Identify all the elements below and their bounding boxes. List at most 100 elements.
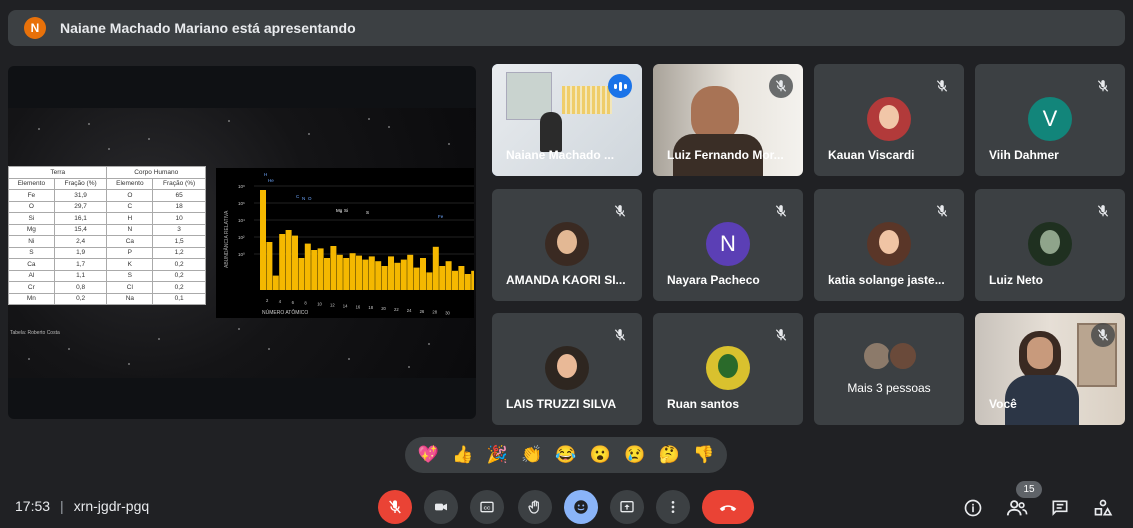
avatar: V bbox=[1028, 97, 1072, 141]
avatar bbox=[545, 346, 589, 390]
table-cell: O bbox=[8, 200, 55, 213]
chart-bar bbox=[394, 262, 401, 290]
participant-tile[interactable]: Mais 3 pessoas bbox=[814, 313, 964, 425]
table-cell: Ca bbox=[8, 258, 55, 271]
star bbox=[448, 143, 450, 145]
star bbox=[268, 348, 270, 350]
table-row: Ni 2,4 Ca 1,5 bbox=[8, 235, 206, 248]
phone-hangup-icon[interactable] bbox=[702, 490, 754, 524]
people-icon[interactable] bbox=[1006, 497, 1028, 519]
present-icon[interactable] bbox=[610, 490, 644, 524]
table-cell: Fe bbox=[8, 189, 55, 202]
participant-tile[interactable]: Luiz Neto bbox=[975, 189, 1125, 301]
participant-tile[interactable]: Naiane Machado ... bbox=[492, 64, 642, 176]
activities-icon[interactable] bbox=[1092, 497, 1114, 519]
participant-tile[interactable]: Kauan Viscardi bbox=[814, 64, 964, 176]
presentation-stage[interactable]: Terra Corpo Humano Elemento Fração (%) E… bbox=[8, 66, 476, 419]
participant-tile[interactable]: Ruan santos bbox=[653, 313, 803, 425]
x-tick-label: 14 bbox=[343, 303, 348, 308]
chart-bar bbox=[356, 255, 362, 290]
participant-tile[interactable]: LAIS TRUZZI SILVA bbox=[492, 313, 642, 425]
y-tick-label: 10⁶ bbox=[238, 201, 245, 206]
chart-bar bbox=[324, 258, 330, 290]
table-row: Fe 31,9 O 65 bbox=[8, 189, 206, 202]
element-label: He bbox=[268, 178, 274, 183]
table-cell: Ni bbox=[8, 235, 55, 248]
x-tick-label: 18 bbox=[368, 305, 373, 310]
table-cell: 31,9 bbox=[53, 189, 108, 202]
table-group-header: Terra bbox=[8, 166, 108, 179]
element-label: H bbox=[264, 172, 267, 177]
chart-bar bbox=[362, 259, 369, 290]
table-cell: 0,2 bbox=[152, 258, 206, 271]
raise-hand-icon[interactable] bbox=[518, 490, 552, 524]
participant-tile[interactable]: N Nayara Pacheco bbox=[653, 189, 803, 301]
table-cell: S bbox=[8, 246, 55, 259]
reaction-emoji-icon[interactable]: 🤔 bbox=[659, 445, 680, 465]
table-row: Ca 1,7 K 0,2 bbox=[8, 258, 206, 271]
participant-tile[interactable]: AMANDA KAORI SI... bbox=[492, 189, 642, 301]
chart-bar bbox=[426, 272, 433, 290]
reaction-emoji-icon[interactable]: 😢 bbox=[624, 445, 645, 465]
participant-tile[interactable]: V Viih Dahmer bbox=[975, 64, 1125, 176]
table-cell: 29,7 bbox=[53, 200, 108, 213]
table-cell: Ca bbox=[106, 235, 154, 248]
y-tick-label: 10⁴ bbox=[238, 218, 245, 223]
chart-bar bbox=[266, 242, 273, 290]
element-label: Si bbox=[344, 208, 348, 213]
table-group-header: Corpo Humano bbox=[106, 166, 206, 179]
table-row: Mn 0,2 Na 0,1 bbox=[8, 292, 206, 305]
avatar-face bbox=[557, 230, 577, 254]
reaction-emoji-icon[interactable]: 👏 bbox=[521, 445, 542, 465]
camera-icon[interactable] bbox=[424, 490, 458, 524]
x-tick-label: 20 bbox=[381, 306, 386, 311]
participant-tile[interactable]: Você bbox=[975, 313, 1125, 425]
mic-off-icon bbox=[930, 199, 954, 223]
participant-name: LAIS TRUZZI SILVA bbox=[506, 397, 617, 411]
reaction-emoji-icon[interactable]: 💖 bbox=[418, 445, 439, 465]
mic-off-icon[interactable] bbox=[378, 490, 412, 524]
avatar bbox=[545, 222, 589, 266]
chart-bar bbox=[458, 266, 465, 290]
table-cell: 2,4 bbox=[53, 235, 108, 248]
reaction-emoji-icon[interactable]: 👍 bbox=[452, 445, 473, 465]
avatar-face bbox=[557, 354, 577, 378]
avatar bbox=[867, 97, 911, 141]
table-header: Fração (%) bbox=[152, 177, 206, 190]
x-tick-label: 12 bbox=[330, 303, 335, 308]
chart-bar bbox=[292, 235, 298, 290]
y-tick-label: 10² bbox=[238, 235, 245, 240]
emoji-icon[interactable] bbox=[564, 490, 598, 524]
participant-tile[interactable]: Luiz Fernando Mor... bbox=[653, 64, 803, 176]
table-cell: 18 bbox=[152, 200, 206, 213]
reaction-emoji-icon[interactable]: 😮 bbox=[590, 445, 611, 465]
participant-tile[interactable]: katia solange jaste... bbox=[814, 189, 964, 301]
chart-bar bbox=[400, 259, 407, 290]
more-vert-icon[interactable] bbox=[656, 490, 690, 524]
chart-bar bbox=[413, 267, 420, 290]
reaction-emoji-icon[interactable]: 👎 bbox=[693, 445, 714, 465]
chart-bar bbox=[471, 270, 474, 290]
table-cell: Mg bbox=[8, 223, 55, 236]
x-axis-label: NÚMERO ATÔMICO bbox=[262, 309, 308, 316]
avatar-face bbox=[879, 230, 899, 254]
participant-name: Nayara Pacheco bbox=[667, 273, 760, 287]
x-tick-label: 26 bbox=[420, 309, 425, 314]
table-cell: 3 bbox=[152, 223, 206, 236]
table-cell: 1,1 bbox=[53, 269, 108, 282]
table-cell: Cl bbox=[106, 281, 154, 294]
participant-name: Mais 3 pessoas bbox=[847, 381, 931, 395]
chart-bar bbox=[285, 230, 292, 290]
chart-bar bbox=[298, 258, 305, 290]
y-tick-label: 10⁰ bbox=[238, 252, 245, 257]
reaction-emoji-icon[interactable]: 😂 bbox=[555, 445, 576, 465]
table-cell: N bbox=[106, 223, 154, 236]
table-cell: 0,2 bbox=[152, 269, 206, 282]
info-icon[interactable] bbox=[962, 497, 984, 519]
presenting-banner: N Naiane Machado Mariano está apresentan… bbox=[8, 10, 1125, 46]
table-header: Elemento bbox=[8, 177, 55, 190]
reaction-emoji-icon[interactable]: 🎉 bbox=[487, 445, 508, 465]
captions-icon[interactable]: CC bbox=[470, 490, 504, 524]
chat-icon[interactable] bbox=[1049, 497, 1071, 519]
mic-off-icon bbox=[608, 199, 632, 223]
